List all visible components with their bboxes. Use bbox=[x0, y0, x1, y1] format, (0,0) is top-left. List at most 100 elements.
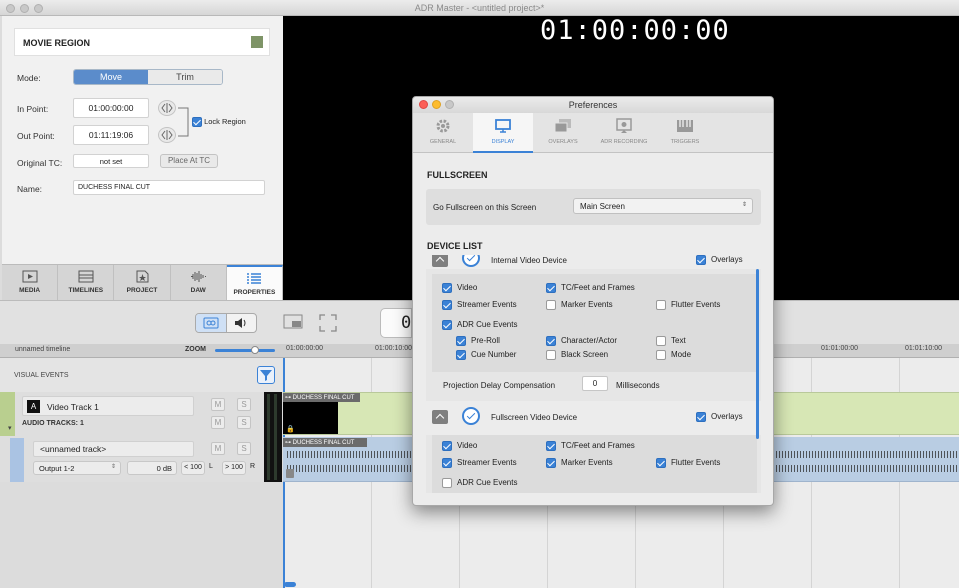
screen-select[interactable]: Main Screen ⇕ bbox=[573, 198, 753, 214]
out-point-stepper[interactable] bbox=[158, 127, 176, 143]
lock-region-toggle[interactable]: Lock Region bbox=[192, 117, 246, 128]
tab-media-label: MEDIA bbox=[19, 287, 41, 294]
filter-button[interactable] bbox=[257, 366, 275, 384]
device2-collapse-button[interactable] bbox=[432, 410, 448, 424]
d2-video-checkbox[interactable] bbox=[442, 441, 452, 451]
delay-field[interactable]: 0 bbox=[582, 376, 608, 391]
timeline-name: unnamed timeline bbox=[15, 346, 71, 353]
prefs-zoom-button[interactable] bbox=[445, 100, 454, 109]
fullscreen-box: Go Fullscreen on this Screen Main Screen… bbox=[426, 189, 761, 225]
d2-adr-cue-label: ADR Cue Events bbox=[457, 478, 518, 488]
collapse-arrow-icon[interactable]: ▾ bbox=[8, 424, 12, 432]
fullscreen-header: FULLSCREEN bbox=[427, 170, 488, 180]
mode-move-button[interactable]: Move bbox=[74, 70, 148, 84]
black-screen-checkbox[interactable] bbox=[546, 350, 556, 360]
zoom-slider[interactable] bbox=[215, 346, 275, 354]
video-view-button[interactable] bbox=[196, 314, 227, 332]
audio-view-button[interactable] bbox=[227, 314, 257, 332]
properties-header: MOVIE REGION bbox=[14, 28, 270, 56]
streamer-checkbox[interactable] bbox=[442, 300, 452, 310]
prefs-tab-triggers[interactable]: TRIGGERS bbox=[655, 113, 715, 153]
tab-media[interactable]: MEDIA bbox=[2, 265, 59, 300]
device2-overlays-toggle[interactable]: Overlays bbox=[696, 412, 743, 422]
tab-properties[interactable]: PROPERTIES bbox=[226, 265, 284, 300]
device2-overlays-label: Overlays bbox=[711, 412, 743, 422]
name-label: Name: bbox=[17, 184, 43, 194]
device1-overlays-checkbox[interactable] bbox=[696, 255, 706, 265]
video-track-name-box[interactable]: A Video Track 1 bbox=[22, 396, 194, 416]
overlays-icon bbox=[554, 119, 571, 133]
prefs-minimize-button[interactable] bbox=[432, 100, 441, 109]
video-solo-button[interactable]: S bbox=[237, 398, 251, 411]
flutter-checkbox[interactable] bbox=[656, 300, 666, 310]
region-color-swatch[interactable] bbox=[251, 36, 263, 48]
d2-tc-checkbox[interactable] bbox=[546, 441, 556, 451]
tab-timelines[interactable]: TIMELINES bbox=[58, 265, 115, 300]
d2-flutter-checkbox[interactable] bbox=[656, 458, 666, 468]
panel-tabbar: MEDIA TIMELINES PROJECT DAW PROPERTIES bbox=[2, 264, 284, 300]
picture-in-picture-icon[interactable] bbox=[283, 314, 305, 332]
device2-enabled-toggle[interactable] bbox=[462, 407, 480, 425]
audio-track-name[interactable]: <unnamed track> bbox=[33, 441, 194, 457]
ruler-tick: 01:01:00:00 bbox=[821, 345, 858, 352]
video-mute-button[interactable]: M bbox=[211, 398, 225, 411]
audio-clip-header[interactable]: ⊶ DUCHESS FINAL CUT bbox=[283, 438, 367, 447]
preroll-checkbox[interactable] bbox=[456, 336, 466, 346]
device-list[interactable]: Internal Video Device Overlays Video TC/… bbox=[426, 255, 761, 493]
audio-group-solo-button[interactable]: S bbox=[237, 416, 251, 429]
device1-enabled-toggle[interactable] bbox=[462, 255, 480, 267]
zoom-slider-thumb[interactable] bbox=[251, 346, 259, 354]
video-clip-header[interactable]: ⊶ DUCHESS FINAL CUT bbox=[283, 393, 360, 402]
opt-cue-number: Cue Number bbox=[456, 350, 516, 360]
prefs-tab-adr-recording[interactable]: ADR RECORDING bbox=[594, 113, 654, 153]
d2-adr-cue-checkbox[interactable] bbox=[442, 478, 452, 488]
device2-options: Video TC/Feet and Frames Streamer Events… bbox=[432, 435, 757, 493]
tab-daw[interactable]: DAW bbox=[171, 265, 227, 300]
clip-lock-icon bbox=[286, 469, 294, 478]
mode-label: Mode: bbox=[17, 73, 41, 83]
original-tc-field[interactable]: not set bbox=[73, 154, 149, 168]
device2-overlays-checkbox[interactable] bbox=[696, 412, 706, 422]
lock-region-checkbox[interactable] bbox=[192, 117, 202, 128]
in-point-label: In Point: bbox=[17, 104, 49, 114]
d2-marker-checkbox[interactable] bbox=[546, 458, 556, 468]
marker-label: Marker Events bbox=[561, 300, 613, 310]
audio-group-mute-button[interactable]: M bbox=[211, 416, 225, 429]
tab-project[interactable]: PROJECT bbox=[114, 265, 171, 300]
marker-checkbox[interactable] bbox=[546, 300, 556, 310]
horizontal-scrollbar[interactable] bbox=[284, 582, 296, 587]
audio-mute-button[interactable]: M bbox=[211, 442, 225, 455]
screen-select-value: Main Screen bbox=[580, 202, 625, 211]
mode-checkbox[interactable] bbox=[656, 350, 666, 360]
cue-number-checkbox[interactable] bbox=[456, 350, 466, 360]
in-point-stepper[interactable] bbox=[158, 100, 176, 116]
gain-field[interactable]: 0 dB bbox=[127, 461, 177, 475]
character-checkbox[interactable] bbox=[546, 336, 556, 346]
device-list-scrollbar[interactable] bbox=[756, 269, 759, 439]
name-field[interactable]: DUCHESS FINAL CUT bbox=[73, 180, 265, 195]
prefs-tab-display[interactable]: DISPLAY bbox=[473, 113, 533, 153]
device1-overlays-label: Overlays bbox=[711, 255, 743, 265]
prefs-tab-overlays[interactable]: OVERLAYS bbox=[533, 113, 593, 153]
pan-right-field[interactable]: > 100 bbox=[222, 461, 246, 475]
output-select[interactable]: Output 1-2 ⇕ bbox=[33, 461, 121, 475]
adr-cue-checkbox[interactable] bbox=[442, 320, 452, 330]
place-at-tc-button[interactable]: Place At TC bbox=[160, 154, 218, 168]
opt-character: Character/Actor bbox=[546, 336, 617, 346]
audio-solo-button[interactable]: S bbox=[237, 442, 251, 455]
prefs-close-button[interactable] bbox=[419, 100, 428, 109]
delay-unit: Milliseconds bbox=[616, 381, 660, 390]
device1-collapse-button[interactable] bbox=[432, 255, 448, 267]
in-point-field[interactable]: 01:00:00:00 bbox=[73, 98, 149, 118]
fullscreen-icon[interactable] bbox=[319, 314, 337, 332]
tc-checkbox[interactable] bbox=[546, 283, 556, 293]
video-checkbox[interactable] bbox=[442, 283, 452, 293]
prefs-tab-general[interactable]: GENERAL bbox=[413, 113, 473, 153]
device1-overlays-toggle[interactable]: Overlays bbox=[696, 255, 743, 265]
text-checkbox[interactable] bbox=[656, 336, 666, 346]
pan-left-field[interactable]: < 100 bbox=[181, 461, 205, 475]
midi-keys-icon bbox=[677, 120, 693, 132]
d2-streamer-checkbox[interactable] bbox=[442, 458, 452, 468]
mode-trim-button[interactable]: Trim bbox=[148, 70, 222, 84]
out-point-field[interactable]: 01:11:19:06 bbox=[73, 125, 149, 145]
